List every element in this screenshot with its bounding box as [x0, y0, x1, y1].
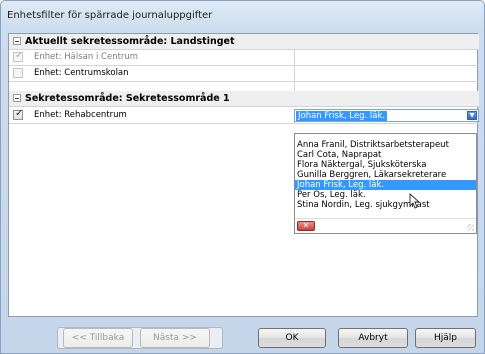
group-heading: Aktuellt sekretessområde: Landstinget	[25, 36, 235, 47]
group-header-current-area[interactable]: Aktuellt sekretessområde: Landstinget	[9, 34, 479, 49]
dropdown-option[interactable]: Carl Cota, Naprapat	[295, 150, 476, 160]
unit-label: Enhet: Hälsan i Centrum	[34, 52, 139, 62]
back-button[interactable]: << Tillbaka	[63, 328, 133, 348]
dropdown-option[interactable]: Flora Näktergal, Sjuksköterska	[295, 160, 476, 170]
unit-checkbox[interactable]	[13, 50, 23, 62]
collapse-icon[interactable]	[13, 37, 21, 45]
unit-row: Enhet: Centrumskolan	[9, 66, 479, 81]
unit-checkbox[interactable]	[13, 108, 23, 120]
unit-filter-list: Aktuellt sekretessområde: Landstinget En…	[8, 33, 479, 317]
staff-dropdown-list: Anna Franil, Distriktsarbetsterapeut Car…	[294, 133, 477, 234]
unit-label: Enhet: Centrumskolan	[34, 68, 129, 78]
row-divider	[9, 81, 479, 82]
dropdown-option[interactable]: Gunilla Berggren, Läkarsekreterare	[295, 170, 476, 180]
unit-row: Enhet: Rehabcentrum Johan Frisk, Leg. lä…	[9, 108, 479, 123]
window-title: Enhetsfilter för spärrade journaluppgift…	[7, 10, 213, 21]
mouse-cursor-icon	[409, 193, 421, 209]
row-divider	[9, 123, 479, 124]
resize-grip-icon[interactable]	[467, 224, 474, 231]
dropdown-option[interactable]: Anna Franil, Distriktsarbetsterapeut	[295, 140, 476, 150]
unit-label: Enhet: Rehabcentrum	[34, 110, 127, 120]
ok-button[interactable]: OK	[258, 328, 326, 348]
collapse-icon[interactable]	[13, 94, 21, 102]
dropdown-option[interactable]: Stina Nordin, Leg. sjukgymnast	[295, 200, 476, 210]
help-button[interactable]: Hjälp	[415, 328, 476, 348]
dropdown-option[interactable]: Per Os, Leg. läk.	[295, 190, 476, 200]
dropdown-option-selected[interactable]: Johan Frisk, Leg. läk.	[295, 180, 476, 190]
staff-combobox[interactable]: Johan Frisk, Leg. läk. ▼	[294, 109, 479, 122]
combo-selected-value: Johan Frisk, Leg. läk.	[296, 111, 388, 121]
dropdown-divider	[295, 218, 476, 219]
group-header-area-1[interactable]: Sekretessområde: Sekretessområde 1	[9, 91, 479, 106]
unit-row: Enhet: Hälsan i Centrum	[9, 50, 479, 65]
unit-checkbox[interactable]	[13, 68, 23, 78]
close-icon[interactable]: ✕	[297, 221, 315, 231]
group-heading: Sekretessområde: Sekretessområde 1	[25, 93, 230, 104]
cancel-button[interactable]: Avbryt	[338, 328, 408, 348]
dialog-window: Enhetsfilter för spärrade journaluppgift…	[0, 0, 485, 354]
next-button[interactable]: Nästa >>	[140, 328, 210, 348]
row-divider	[9, 106, 479, 107]
dropdown-arrow-icon[interactable]: ▼	[467, 111, 477, 120]
